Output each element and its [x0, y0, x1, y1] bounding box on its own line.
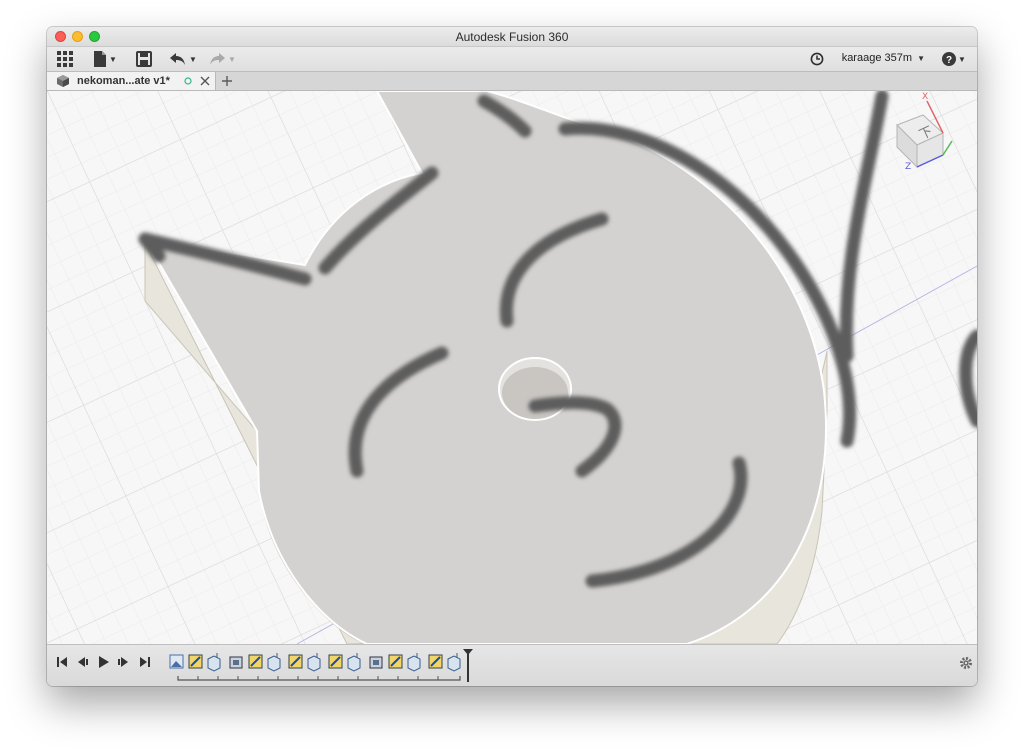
extrude-body-feature-icon[interactable]	[267, 653, 281, 672]
timeline-marker-handle[interactable]	[463, 649, 473, 682]
user-name: karaage 357m	[841, 52, 913, 64]
redo-icon	[210, 53, 225, 65]
new-tab-icon[interactable]	[221, 75, 233, 87]
window-title: Autodesk Fusion 360	[455, 30, 569, 44]
gear-icon[interactable]	[959, 656, 973, 670]
toolbar: ▼ ▼ ▼ karaage 357m ▼ ? ▼	[47, 47, 977, 72]
svg-text:?: ?	[946, 55, 952, 66]
sketch-feature-icon[interactable]	[169, 654, 184, 669]
timeline-bar	[47, 644, 977, 686]
clock-icon	[810, 52, 824, 66]
step-forward-icon[interactable]	[116, 655, 130, 669]
view-cube-z-label: Z	[905, 162, 911, 172]
model-canvas[interactable]: 下 X Z	[47, 91, 977, 644]
timeline-features[interactable]	[168, 649, 478, 683]
extrude-body-feature-icon[interactable]	[447, 653, 461, 672]
data-panel-button[interactable]	[57, 50, 73, 68]
undo-icon	[170, 53, 185, 65]
help-icon: ?	[942, 52, 956, 66]
extrude-feature-icon[interactable]	[328, 654, 343, 669]
component-feature-icon[interactable]	[369, 656, 383, 669]
extrude-feature-icon[interactable]	[248, 654, 263, 669]
save-icon	[136, 51, 152, 67]
extrude-feature-icon[interactable]	[288, 654, 303, 669]
save-button[interactable]	[136, 50, 152, 68]
chevron-down-icon: ▼	[109, 54, 117, 64]
document-tab-bar: nekoman...ate v1*	[47, 72, 977, 91]
chevron-down-icon: ▼	[917, 54, 925, 63]
document-tab[interactable]: nekoman...ate v1*	[47, 72, 216, 90]
step-back-icon[interactable]	[76, 655, 90, 669]
file-menu-button[interactable]: ▼	[93, 50, 117, 68]
extrude-body-feature-icon[interactable]	[347, 653, 361, 672]
job-status-button[interactable]	[810, 50, 824, 68]
view-cube-x-label: X	[922, 92, 928, 102]
grid-icon	[57, 51, 73, 67]
extrude-feature-icon[interactable]	[388, 654, 403, 669]
chevron-down-icon: ▼	[958, 54, 966, 64]
extrude-body-feature-icon[interactable]	[407, 653, 421, 672]
component-feature-icon[interactable]	[229, 656, 243, 669]
component-icon	[57, 75, 69, 87]
skip-to-start-icon[interactable]	[55, 655, 69, 669]
chevron-down-icon: ▼	[189, 54, 197, 64]
canvas-viewport[interactable]: 下 X Z	[47, 91, 977, 644]
close-tab-icon[interactable]	[200, 76, 210, 86]
play-icon[interactable]	[96, 655, 110, 669]
chevron-down-icon: ▼	[228, 54, 236, 64]
help-menu-button[interactable]: ? ▼	[942, 50, 966, 68]
title-bar: Autodesk Fusion 360	[47, 27, 977, 47]
redo-button[interactable]: ▼	[208, 50, 236, 68]
extrude-feature-icon[interactable]	[428, 654, 443, 669]
file-icon	[94, 51, 106, 67]
undo-button[interactable]: ▼	[169, 50, 197, 68]
extrude-body-feature-icon[interactable]	[307, 653, 321, 672]
app-window: Autodesk Fusion 360 ▼ ▼ ▼ karaage 357m ▼…	[47, 27, 977, 686]
document-tab-label: nekoman...ate v1*	[77, 75, 170, 87]
unsaved-indicator-icon	[184, 77, 192, 85]
extrude-body-feature-icon[interactable]	[207, 653, 221, 672]
extrude-feature-icon[interactable]	[188, 654, 203, 669]
user-account-menu[interactable]: karaage 357m ▼	[842, 52, 925, 64]
skip-to-end-icon[interactable]	[138, 655, 152, 669]
